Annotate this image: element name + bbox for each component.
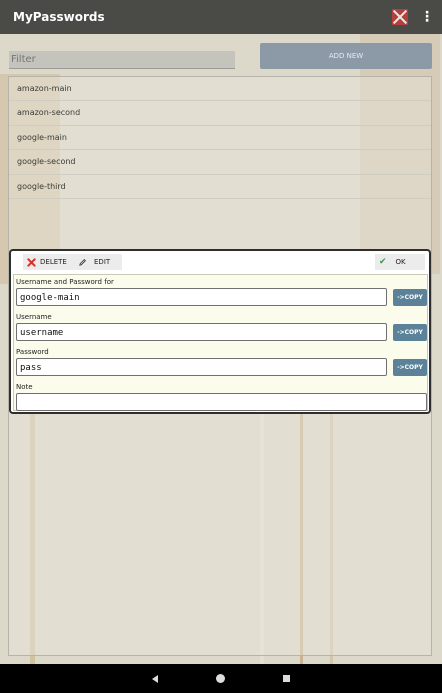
delete-label: DELETE bbox=[40, 258, 67, 266]
copy-password-button[interactable]: ->COPY bbox=[393, 359, 427, 376]
list-item[interactable]: google-second bbox=[9, 150, 431, 175]
password-label: Password bbox=[16, 348, 49, 356]
x-icon bbox=[27, 257, 36, 267]
copy-username-button[interactable]: ->COPY bbox=[393, 324, 427, 341]
note-field[interactable] bbox=[16, 393, 427, 411]
username-field[interactable]: username bbox=[16, 323, 387, 341]
title-field[interactable]: google-main bbox=[16, 288, 387, 306]
ok-button[interactable]: ✔ OK bbox=[375, 254, 425, 270]
close-x-icon[interactable] bbox=[392, 9, 408, 25]
list-item[interactable]: amazon-main bbox=[9, 77, 431, 102]
pencil-icon bbox=[79, 258, 86, 266]
ok-label: OK bbox=[395, 258, 406, 266]
back-icon[interactable] bbox=[152, 674, 158, 683]
edit-label: EDIT bbox=[94, 258, 111, 266]
edit-button[interactable]: EDIT bbox=[74, 254, 122, 270]
home-icon[interactable] bbox=[216, 674, 225, 683]
app-bar: MyPasswords ⋮ bbox=[0, 0, 442, 34]
username-label: Username bbox=[16, 313, 52, 321]
note-label: Note bbox=[16, 383, 33, 391]
password-field[interactable]: pass bbox=[16, 358, 387, 376]
list-item[interactable]: google-third bbox=[9, 175, 431, 199]
list-item[interactable]: amazon-second bbox=[9, 101, 431, 126]
delete-button[interactable]: DELETE bbox=[23, 254, 79, 270]
overflow-menu-icon[interactable]: ⋮ bbox=[420, 9, 434, 25]
checkmark-icon: ✔ bbox=[379, 257, 387, 267]
copy-title-button[interactable]: ->COPY bbox=[393, 289, 427, 306]
list-item[interactable]: google-main bbox=[9, 126, 431, 151]
dialog-toolbar: DELETE EDIT ✔ OK bbox=[11, 251, 429, 273]
entry-dialog: DELETE EDIT ✔ OK Username and Password f… bbox=[9, 249, 431, 414]
app-title: MyPasswords bbox=[13, 10, 105, 24]
filter-input[interactable] bbox=[9, 51, 235, 69]
system-nav-bar bbox=[0, 664, 442, 693]
recents-icon[interactable] bbox=[283, 675, 290, 682]
entry-form: Username and Password for google-main ->… bbox=[13, 274, 428, 411]
title-label: Username and Password for bbox=[16, 278, 114, 286]
add-new-button[interactable]: ADD NEW bbox=[260, 43, 432, 69]
